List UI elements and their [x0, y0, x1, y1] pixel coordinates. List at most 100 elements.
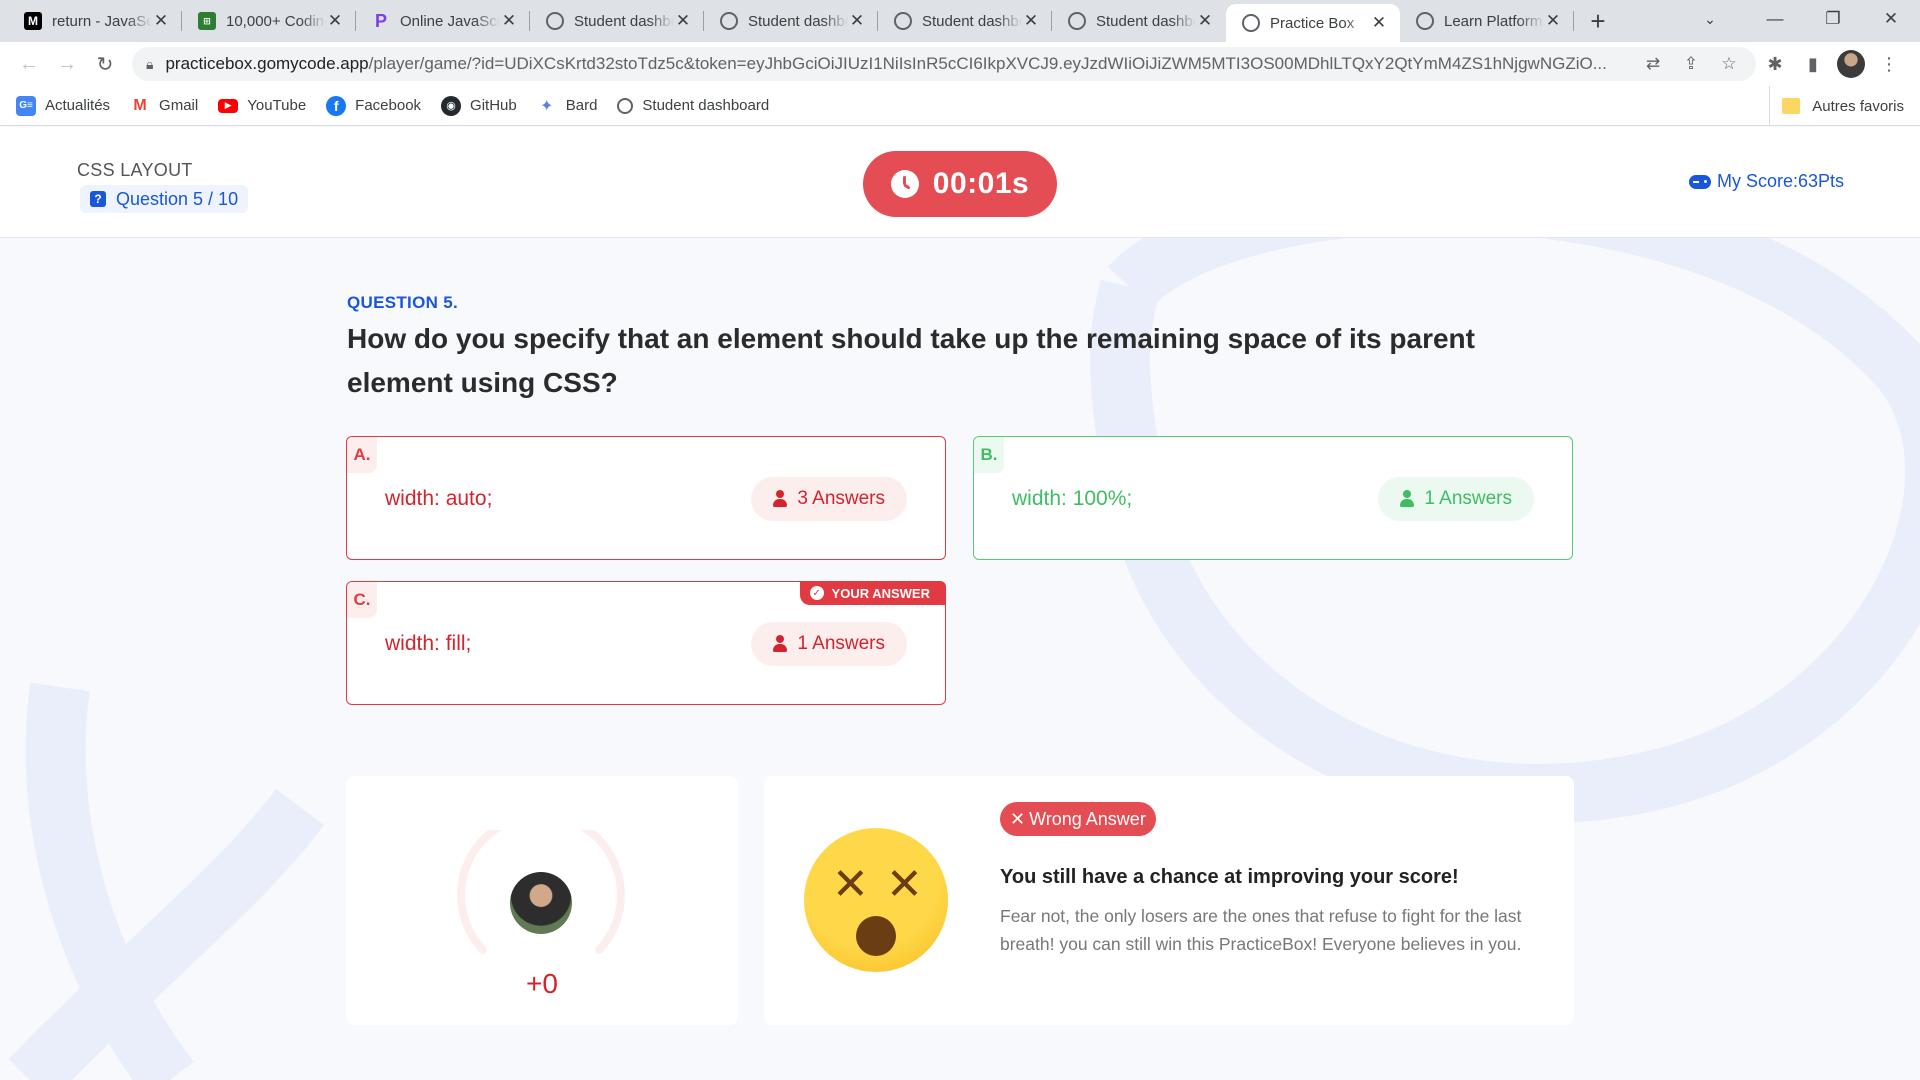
tab-title: Student dashboard: [574, 12, 674, 30]
close-icon[interactable]: ✕: [1370, 13, 1388, 32]
bookmark-actualites[interactable]: G≡ Actualités: [16, 95, 111, 116]
browser-tab-active[interactable]: Practice Box ✕: [1226, 4, 1400, 42]
close-icon[interactable]: ✕: [1544, 11, 1562, 30]
bookmark-label: Gmail: [159, 97, 199, 114]
browser-tab[interactable]: Student dashboard ✕: [878, 0, 1052, 42]
youtube-icon: ▶: [218, 98, 239, 113]
question-mark-icon: ?: [90, 191, 106, 207]
facebook-icon: f: [326, 95, 347, 116]
browser-tab[interactable]: Student dashboard ✕: [704, 0, 878, 42]
score-display: My Score:63Pts: [1688, 171, 1844, 192]
menu-kebab-icon[interactable]: ⋮: [1870, 47, 1908, 81]
check-circle-icon: ✓: [809, 586, 824, 600]
wrong-answer-badge: ✕ Wrong Answer: [1000, 802, 1156, 836]
feedback-card: ✕ ✕ ✕ Wrong Answer You still have a chan…: [764, 776, 1574, 1025]
option-letter: A.: [347, 437, 377, 473]
other-bookmarks[interactable]: Autres favoris: [1769, 86, 1904, 126]
browser-tab[interactable]: ⊞ 10,000+ Coding ✕: [182, 0, 356, 42]
tab-title: Learn Platform: [1444, 12, 1543, 30]
answers-count-label: 1 Answers: [797, 633, 885, 654]
globe-icon: [1068, 12, 1086, 30]
minimize-icon[interactable]: —: [1746, 0, 1804, 38]
folder-icon: [1782, 98, 1801, 114]
tab-title: return - JavaScript: [52, 12, 152, 30]
share-icon[interactable]: ⇪: [1676, 54, 1706, 74]
profile-avatar[interactable]: [1832, 47, 1870, 81]
extensions-puzzle-icon[interactable]: ✱: [1756, 47, 1794, 81]
bookmark-label: Student dashboard: [642, 97, 770, 114]
practicebox-page: CSS LAYOUT ? Question 5 / 10 00:01s My S…: [0, 127, 1920, 1080]
reload-icon[interactable]: ↻: [88, 47, 122, 81]
close-icon[interactable]: ✕: [152, 11, 170, 30]
close-icon: ✕: [1010, 808, 1026, 829]
url-text[interactable]: practicebox.gomycode.app/player/game/?id…: [165, 54, 1630, 74]
bookmark-label: Facebook: [355, 97, 422, 114]
section-title: CSS LAYOUT: [77, 160, 193, 180]
feedback-title: You still have a chance at improving you…: [1000, 866, 1459, 888]
user-icon: [773, 490, 788, 508]
github-icon: ◉: [441, 95, 462, 116]
close-icon[interactable]: ✕: [326, 11, 344, 30]
tab-search-chevron-icon[interactable]: ⌄: [1690, 0, 1730, 38]
gmail-icon: M: [133, 96, 147, 114]
close-icon[interactable]: ✕: [1022, 11, 1040, 30]
browser-tab[interactable]: M return - JavaScript ✕: [8, 0, 182, 42]
user-avatar: [510, 872, 572, 934]
option-b[interactable]: B. width: 100%; 1 Answers: [973, 436, 1573, 560]
tab-title: Student dashboard: [1096, 12, 1196, 30]
option-letter: C.: [347, 582, 377, 618]
globe-icon: [720, 12, 738, 30]
option-text: width: fill;: [385, 632, 472, 655]
user-icon: [1400, 490, 1415, 508]
answers-count-badge: 1 Answers: [751, 622, 907, 666]
new-tab-icon[interactable]: +: [1580, 0, 1616, 42]
site-favicon-icon: ⊞: [198, 12, 216, 30]
close-icon[interactable]: ✕: [1196, 11, 1214, 30]
forward-arrow-icon[interactable]: →: [50, 47, 84, 81]
globe-icon: [1416, 12, 1434, 30]
browser-tab[interactable]: Student dashboard ✕: [1052, 0, 1226, 42]
bookmark-youtube[interactable]: ▶ YouTube: [218, 97, 306, 114]
close-icon[interactable]: ✕: [674, 11, 692, 30]
answers-count-badge: 3 Answers: [751, 477, 907, 521]
close-icon[interactable]: ✕: [500, 11, 518, 30]
bookmark-bard[interactable]: ✦ Bard: [537, 96, 598, 116]
option-text: width: 100%;: [1012, 487, 1133, 510]
bookmark-github[interactable]: ◉ GitHub: [441, 95, 517, 116]
points-card: +0: [346, 776, 738, 1025]
option-c[interactable]: C. ✓ YOUR ANSWER width: fill; 1 Answers: [346, 581, 946, 705]
browser-tab[interactable]: P Online JavaScript ✕: [356, 0, 530, 42]
bookmark-label: Actualités: [45, 97, 111, 114]
mdn-favicon-icon: M: [24, 12, 42, 30]
tab-title: Student dashboard: [922, 12, 1022, 30]
browser-tab[interactable]: Student dashboard ✕: [530, 0, 704, 42]
question-text: How do you specify that an element shoul…: [347, 323, 1475, 398]
restore-icon[interactable]: ❐: [1804, 0, 1862, 38]
your-answer-tag: ✓ YOUR ANSWER: [799, 581, 946, 605]
bookmark-gmail[interactable]: M Gmail: [130, 96, 198, 116]
other-bookmarks-label: Autres favoris: [1812, 97, 1904, 115]
lock-icon[interactable]: 🔒︎: [146, 56, 153, 73]
answers-count-label: 1 Answers: [1424, 488, 1512, 509]
browser-tab[interactable]: Learn Platform ✕: [1400, 0, 1574, 42]
user-icon: [773, 635, 788, 653]
url-input[interactable]: 🔒︎ practicebox.gomycode.app/player/game/…: [132, 47, 1756, 81]
tab-title: Student dashboard: [748, 12, 848, 30]
bookmark-label: Bard: [565, 97, 598, 114]
question-counter-label: Question 5 / 10: [116, 188, 239, 209]
window-close-icon[interactable]: ✕: [1862, 0, 1920, 38]
side-panel-icon[interactable]: ▮: [1794, 47, 1832, 81]
programiz-favicon-icon: P: [374, 10, 387, 31]
close-icon[interactable]: ✕: [848, 11, 866, 30]
bookmarks-bar: G≡ Actualités M Gmail ▶ YouTube f Facebo…: [0, 86, 1920, 126]
globe-icon: [617, 97, 634, 114]
question-label: QUESTION 5.: [347, 293, 458, 312]
bookmark-facebook[interactable]: f Facebook: [326, 95, 422, 116]
bookmark-star-icon[interactable]: ☆: [1714, 54, 1744, 74]
option-a[interactable]: A. width: auto; 3 Answers: [346, 436, 946, 560]
tab-title: Practice Box: [1270, 14, 1355, 32]
globe-icon: [546, 12, 564, 30]
back-arrow-icon[interactable]: ←: [12, 47, 46, 81]
translate-icon[interactable]: ⇄: [1638, 54, 1668, 74]
bookmark-student-dashboard[interactable]: Student dashboard: [617, 97, 769, 114]
